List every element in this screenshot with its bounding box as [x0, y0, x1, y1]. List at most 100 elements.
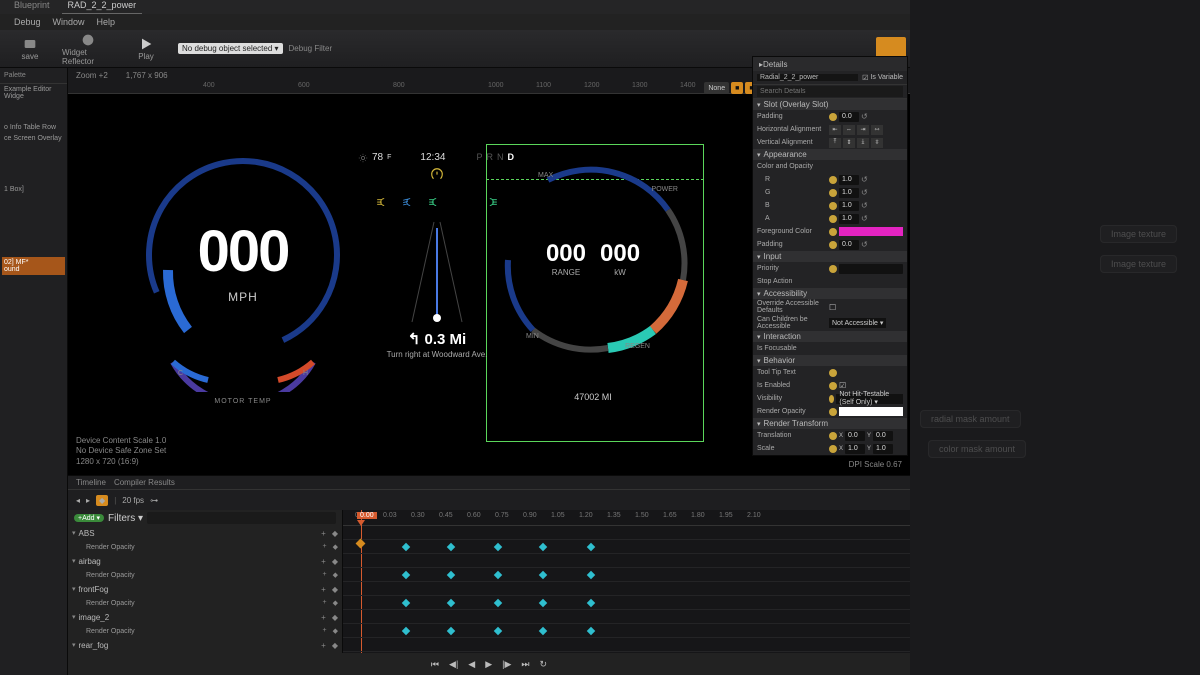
menu-bar: Debug Window Help — [0, 14, 910, 30]
bg-node-color-mask: color mask amount — [928, 440, 1026, 458]
category-slot[interactable]: Slot (Overlay Slot) — [753, 99, 907, 110]
asset-name-field[interactable]: Radial_2_2_power — [757, 74, 858, 81]
menu-debug[interactable]: Debug — [14, 17, 41, 27]
range-value: 000 — [546, 240, 586, 268]
tl-fps[interactable]: 20 fps — [122, 496, 144, 505]
valign-buttons[interactable]: ⤒⇕⤓⇳ — [829, 138, 903, 148]
temp-cold-label: C — [178, 370, 183, 377]
speed-unit: MPH — [138, 290, 348, 304]
palette-item[interactable]: Example Editor Widge — [0, 84, 67, 102]
is-variable-checkbox[interactable]: ☑ Is Variable — [862, 74, 903, 82]
clock: 12:34 — [420, 152, 445, 163]
lowbeam-icon — [402, 196, 416, 208]
halign-buttons[interactable]: ⇤⇔⇥⇿ — [829, 125, 903, 135]
track-child[interactable]: Render Opacity+◆ — [68, 624, 342, 638]
details-panel: ▸ Details Radial_2_2_power ☑ Is Variable… — [752, 56, 908, 456]
foreground-swatch[interactable] — [839, 227, 903, 236]
visibility-dropdown[interactable]: Not Hit-Testable (Self Only) ▾ — [836, 394, 903, 404]
step-back-button[interactable]: ◀| — [449, 659, 458, 670]
details-search[interactable] — [757, 86, 903, 97]
playhead-time: 0.00 — [357, 512, 377, 519]
viewport-status: Device Content Scale 1.0 No Device Safe … — [76, 436, 166, 467]
foglight-front-icon — [376, 196, 390, 208]
enabled-checkbox[interactable]: ☑ — [839, 381, 846, 390]
add-track-button[interactable]: +Add ▾ — [74, 514, 104, 522]
debug-filter-label: Debug Filter — [289, 44, 333, 53]
kw-value: 000 — [600, 240, 640, 268]
track-ABS[interactable]: ABS+◆ — [68, 526, 342, 540]
highbeam-icon — [428, 196, 442, 208]
debug-object-dropdown[interactable]: No debug object selected ▾ — [178, 43, 283, 54]
tl-asset-icon[interactable]: ◆ — [96, 495, 108, 506]
sun-icon — [358, 153, 368, 163]
tab-compiler-results[interactable]: Compiler Results — [114, 478, 175, 487]
tab-blueprint[interactable]: Blueprint — [8, 0, 56, 14]
canvas-dims: 1,767 x 906 — [126, 71, 168, 80]
palette-item[interactable]: 1 Box] — [0, 184, 67, 195]
hierarchy-selected[interactable]: 02] MF*ound — [2, 257, 65, 275]
track-frontFog[interactable]: frontFog+◆ — [68, 582, 342, 596]
goto-start-button[interactable]: ⏮ — [431, 659, 439, 670]
widget-reflector-button[interactable]: Widget Reflector — [62, 32, 114, 66]
category-behavior[interactable]: Behavior — [753, 355, 907, 366]
track-child[interactable]: Render Opacity+◆ — [68, 596, 342, 610]
timeline-lanes[interactable]: 0.000.030.300.450.600.750.901.051.201.35… — [343, 510, 910, 653]
menu-help[interactable]: Help — [97, 17, 116, 27]
vp-mode-1[interactable]: ■ — [731, 82, 743, 94]
playback-controls: ⏮ ◀| ◀ ▶ |▶ ⏭ ↻ — [68, 653, 910, 675]
palette-item[interactable]: ce Screen Overlay — [0, 133, 67, 144]
speedometer-gauge: 000 MPH C H — [138, 150, 348, 360]
menu-window[interactable]: Window — [53, 17, 85, 27]
tab-asset[interactable]: RAD_2_2_power — [62, 0, 143, 14]
track-image_2[interactable]: image_2+◆ — [68, 610, 342, 624]
step-fwd-button[interactable]: |▶ — [502, 659, 511, 670]
accessible-dropdown[interactable]: Not Accessible ▾ — [829, 318, 886, 328]
timeline-ruler: 0.000.030.300.450.600.750.901.051.201.35… — [343, 510, 910, 526]
reset-icon[interactable]: ↺ — [861, 112, 868, 121]
motor-temp-label: MOTOR TEMP — [138, 398, 348, 405]
tracks-container: ABS+◆Render Opacity+◆airbag+◆Render Opac… — [68, 526, 342, 652]
track-airbag[interactable]: airbag+◆ — [68, 554, 342, 568]
temp-hot-label: H — [303, 370, 308, 377]
play-reverse-button[interactable]: ◀ — [468, 659, 475, 670]
play-button[interactable]: Play — [120, 32, 172, 66]
padding-field[interactable]: 0.0 — [839, 112, 859, 122]
category-appearance[interactable]: Appearance — [753, 149, 907, 160]
odometer: 47002 MI — [488, 392, 698, 402]
bg-node-image-texture: Image texture — [1100, 225, 1177, 243]
bg-node-image-texture-2: Image texture — [1100, 255, 1177, 273]
lanes-container — [343, 526, 910, 652]
track-child[interactable]: Render Opacity+◆ — [68, 540, 342, 554]
dpi-scale: DPI Scale 0.67 — [849, 460, 902, 469]
pin-icon[interactable] — [829, 113, 837, 121]
details-title: ▸ Details — [753, 57, 907, 71]
tl-snap-icon[interactable]: ⊶ — [150, 496, 158, 505]
category-input[interactable]: Input — [753, 251, 907, 262]
loop-button[interactable]: ↻ — [540, 659, 548, 670]
track-child[interactable]: Render Opacity+◆ — [68, 568, 342, 582]
track-rear_fog[interactable]: rear_fog+◆ — [68, 638, 342, 652]
category-interaction[interactable]: Interaction — [753, 331, 907, 342]
override-checkbox[interactable]: ☐ — [829, 303, 836, 312]
category-accessibility[interactable]: Accessibility — [753, 288, 907, 299]
bg-node-radial-mask: radial mask amount — [920, 410, 1021, 428]
track-search[interactable] — [147, 512, 336, 524]
toolbar-button-1[interactable]: save — [4, 32, 56, 66]
vp-none-button[interactable]: None — [704, 82, 729, 94]
document-tabs: Blueprint RAD_2_2_power — [0, 0, 910, 14]
tl-fwd-icon[interactable]: ▸ — [86, 496, 90, 505]
zoom-label: Zoom +2 — [76, 71, 108, 80]
tl-back-icon[interactable]: ◂ — [76, 496, 80, 505]
speed-value: 000 — [138, 218, 348, 285]
category-render-transform[interactable]: Render Transform — [753, 418, 907, 429]
play-forward-button[interactable]: ▶ — [485, 659, 492, 670]
filters-dropdown[interactable]: Filters ▾ — [108, 513, 143, 524]
opacity-swatch[interactable] — [839, 407, 903, 416]
goto-end-button[interactable]: ⏭ — [521, 659, 529, 670]
hierarchy-panel: Palette Example Editor Widge o Info Tabl… — [0, 68, 68, 675]
timeline-panel: Timeline Compiler Results ◂ ▸ ◆ | 20 fps… — [68, 475, 910, 675]
power-gauge: MAX POWER MIN REGEN 000RANGE 000kW — [488, 150, 698, 360]
outside-temp: 78F — [358, 152, 391, 163]
tab-timeline[interactable]: Timeline — [76, 478, 106, 487]
palette-item[interactable]: o Info Table Row — [0, 122, 67, 133]
